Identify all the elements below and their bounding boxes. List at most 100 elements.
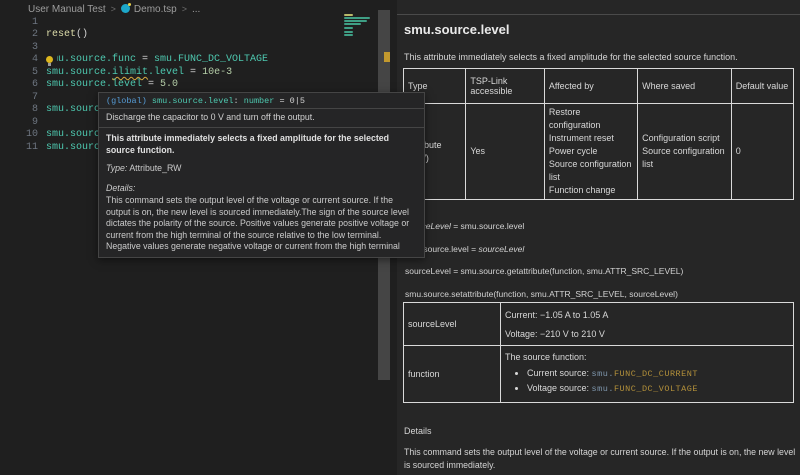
hover-details-label: Details: xyxy=(106,183,417,195)
range-voltage: Voltage: −210 V to 210 V xyxy=(505,329,789,339)
line-number[interactable]: 9 xyxy=(12,117,38,129)
details-text: This command sets the output level of th… xyxy=(404,446,797,471)
hover-docs: This attribute immediately selects a fix… xyxy=(99,128,424,258)
breadcrumb-file[interactable]: Demo.tsp xyxy=(134,4,177,15)
line-number[interactable]: 3 xyxy=(12,42,38,54)
table-header-row: Type TSP-Link accessible Affected by Whe… xyxy=(404,69,794,104)
usage-line-3: sourceLevel = smu.source.getattribute(fu… xyxy=(405,266,683,276)
line-number[interactable]: 6 xyxy=(12,79,38,91)
code-token: () xyxy=(76,29,88,40)
list-item: Current source: smu.FUNC_DC_CURRENT xyxy=(527,367,789,380)
code-token: 5.0 xyxy=(160,79,178,90)
cell-line: Configuration script xyxy=(642,132,727,145)
tsp-file-icon xyxy=(121,4,130,13)
signature-name: smu.source.level xyxy=(152,96,234,106)
bullet-label: Voltage source: xyxy=(527,383,592,393)
hover-type-line: Type: Attribute_RW xyxy=(106,163,417,175)
signature-type: number xyxy=(244,96,275,106)
code-token: 10e-3 xyxy=(202,67,232,78)
code-line-2[interactable]: reset() xyxy=(46,29,88,41)
table-row: function The source function: Current so… xyxy=(404,346,794,403)
table-row: Attribute (RW) Yes Restore configuration… xyxy=(404,104,794,200)
hover-details-text: This command sets the output level of th… xyxy=(106,195,417,253)
hover-summary: Discharge the capacitor to 0 V and turn … xyxy=(99,109,424,128)
code-token: smu.FUNC_DC_VOLTAGE xyxy=(154,54,268,65)
line-number[interactable]: 11 xyxy=(12,142,38,154)
attribute-table: Type TSP-Link accessible Affected by Whe… xyxy=(403,68,794,200)
param-name: sourceLevel xyxy=(404,303,501,346)
code-token: smu.source. xyxy=(46,67,112,78)
usage-text: = smu.source.level xyxy=(451,221,524,231)
code-token: .level xyxy=(148,67,184,78)
code-namespace: smu. xyxy=(592,384,614,394)
code-line-5[interactable]: smu.source.ilimit.level = 10e-3 xyxy=(46,67,232,79)
code-token: smu.source.func xyxy=(46,54,136,65)
code-line-6[interactable]: smu.source.level = 5.0 xyxy=(46,79,178,91)
col-header-tsp-link: TSP-Link accessible xyxy=(466,69,545,104)
hover-bold-text: This attribute immediately selects a fix… xyxy=(106,133,417,156)
range-current: Current: −1.05 A to 1.05 A xyxy=(505,310,789,320)
source-function-list: Current source: smu.FUNC_DC_CURRENT Volt… xyxy=(527,367,789,395)
usage-variable: sourceLevel xyxy=(478,244,524,254)
breadcrumb-folder[interactable]: User Manual Test xyxy=(28,4,106,15)
cell-line: Instrument reset xyxy=(549,132,633,145)
usage-line-4: smu.source.setattribute(function, smu.AT… xyxy=(405,289,678,299)
cell-line: Source configuration list xyxy=(549,158,633,184)
breadcrumb-separator: > xyxy=(177,4,192,14)
code-line-4[interactable]: smu.source.func = smu.FUNC_DC_VOLTAGE xyxy=(46,54,268,66)
table-row: sourceLevel Current: −1.05 A to 1.05 A V… xyxy=(404,303,794,346)
param-name: function xyxy=(404,346,501,403)
breadcrumb: User Manual Test>Demo.tsp>... xyxy=(28,2,200,16)
line-number[interactable]: 2 xyxy=(12,29,38,41)
documentation-panel: smu.source.level This attribute immediat… xyxy=(397,0,800,475)
vscode-window: User Manual Test>Demo.tsp>... 1 2 3 4 5 … xyxy=(0,0,800,475)
code-constant: FUNC_DC_VOLTAGE xyxy=(614,384,698,394)
line-number[interactable]: 4 xyxy=(12,54,38,66)
param-description: Current: −1.05 A to 1.05 A Voltage: −210… xyxy=(501,303,794,346)
cell-line: Function change xyxy=(549,184,633,197)
bullet-label: Current source: xyxy=(527,368,592,378)
minimap[interactable] xyxy=(344,14,376,40)
col-header-default-value: Default value xyxy=(731,69,793,104)
code-token: = xyxy=(142,79,160,90)
line-number[interactable]: 5 xyxy=(12,67,38,79)
signature-value: = 0|5 xyxy=(274,96,305,106)
param-description: The source function: Current source: smu… xyxy=(501,346,794,403)
type-label: Type: xyxy=(106,163,127,173)
cell-line: Power cycle xyxy=(549,145,633,158)
cell-default-value: 0 xyxy=(731,104,793,200)
line-number[interactable]: 10 xyxy=(12,129,38,141)
lightbulb-icon[interactable] xyxy=(44,55,57,67)
scrollbar-warning-marker xyxy=(384,52,390,62)
code-token: smu.source.level xyxy=(46,79,142,90)
line-number[interactable]: 7 xyxy=(12,92,38,104)
code-token: = xyxy=(136,54,154,65)
hover-tooltip: (global) smu.source.level: number = 0|5 … xyxy=(98,92,425,258)
list-item: Voltage source: smu.FUNC_DC_VOLTAGE xyxy=(527,382,789,395)
line-number[interactable]: 8 xyxy=(12,104,38,116)
details-heading: Details xyxy=(404,426,432,436)
param-intro: The source function: xyxy=(505,352,789,362)
doc-title: smu.source.level xyxy=(404,22,510,37)
parameter-table: sourceLevel Current: −1.05 A to 1.05 A V… xyxy=(403,302,794,403)
panel-divider xyxy=(397,14,800,15)
cell-line: Restore configuration xyxy=(549,106,633,132)
code-token: = xyxy=(184,67,202,78)
code-token: reset xyxy=(46,29,76,40)
signature-scope: (global) xyxy=(106,96,152,106)
hover-signature: (global) smu.source.level: number = 0|5 xyxy=(99,93,424,109)
code-namespace: smu. xyxy=(592,369,614,379)
doc-description: This attribute immediately selects a fix… xyxy=(404,52,738,62)
type-value: Attribute_RW xyxy=(127,163,181,173)
breadcrumb-symbol[interactable]: ... xyxy=(192,4,200,15)
code-token-warning: ilimit xyxy=(112,67,148,78)
cell-line: Source configuration list xyxy=(642,145,727,171)
signature-separator: : xyxy=(234,96,244,106)
cell-where-saved: Configuration script Source configuratio… xyxy=(638,104,732,200)
line-number[interactable]: 1 xyxy=(12,17,38,29)
breadcrumb-separator: > xyxy=(106,4,121,14)
col-header-affected-by: Affected by xyxy=(544,69,637,104)
cell-tsp-link: Yes xyxy=(466,104,545,200)
col-header-where-saved: Where saved xyxy=(638,69,732,104)
code-constant: FUNC_DC_CURRENT xyxy=(614,369,698,379)
